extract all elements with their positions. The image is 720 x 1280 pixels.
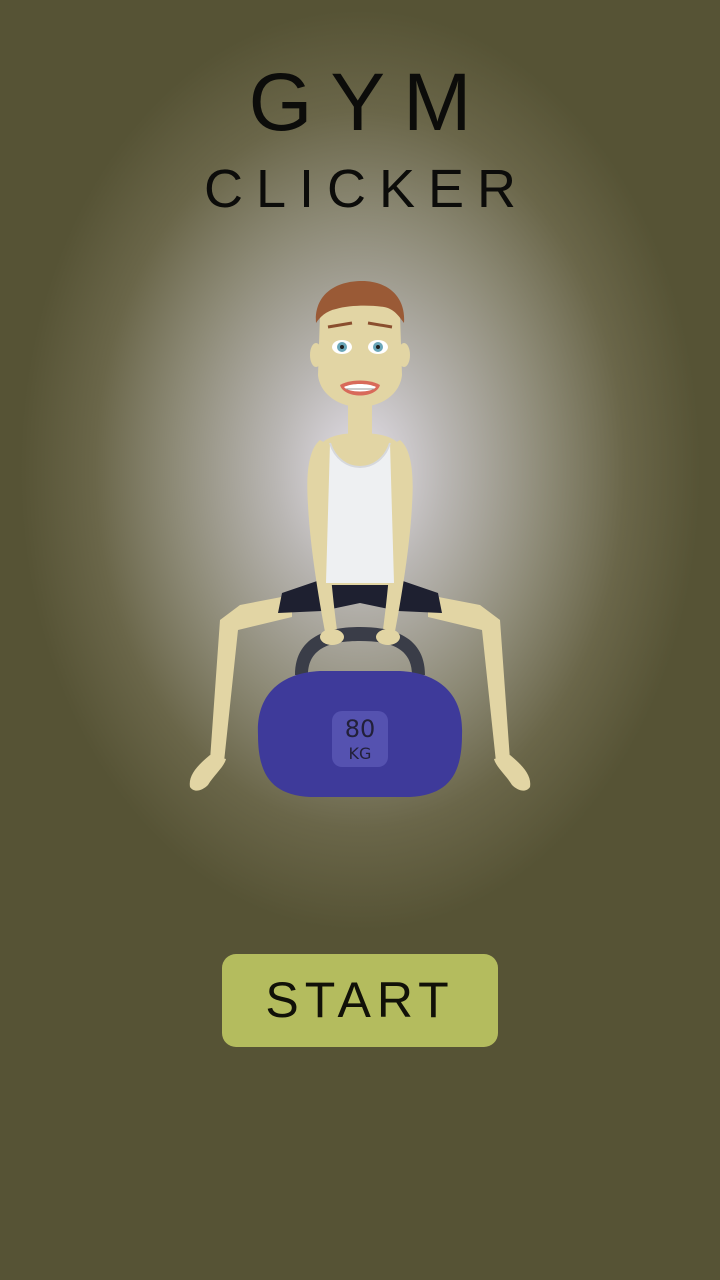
weight-value: 80 <box>345 715 376 743</box>
weight-unit: KG <box>349 744 372 763</box>
start-button[interactable]: START <box>222 954 498 1047</box>
game-subtitle: CLICKER <box>203 159 530 219</box>
game-title: GYM <box>248 57 490 148</box>
game-screen: GYM CLICKER 80 KG START <box>0 0 720 1280</box>
head <box>310 281 410 407</box>
gym-character-illustration[interactable]: 80 KG <box>180 275 540 805</box>
weight-bag[interactable] <box>257 627 463 797</box>
